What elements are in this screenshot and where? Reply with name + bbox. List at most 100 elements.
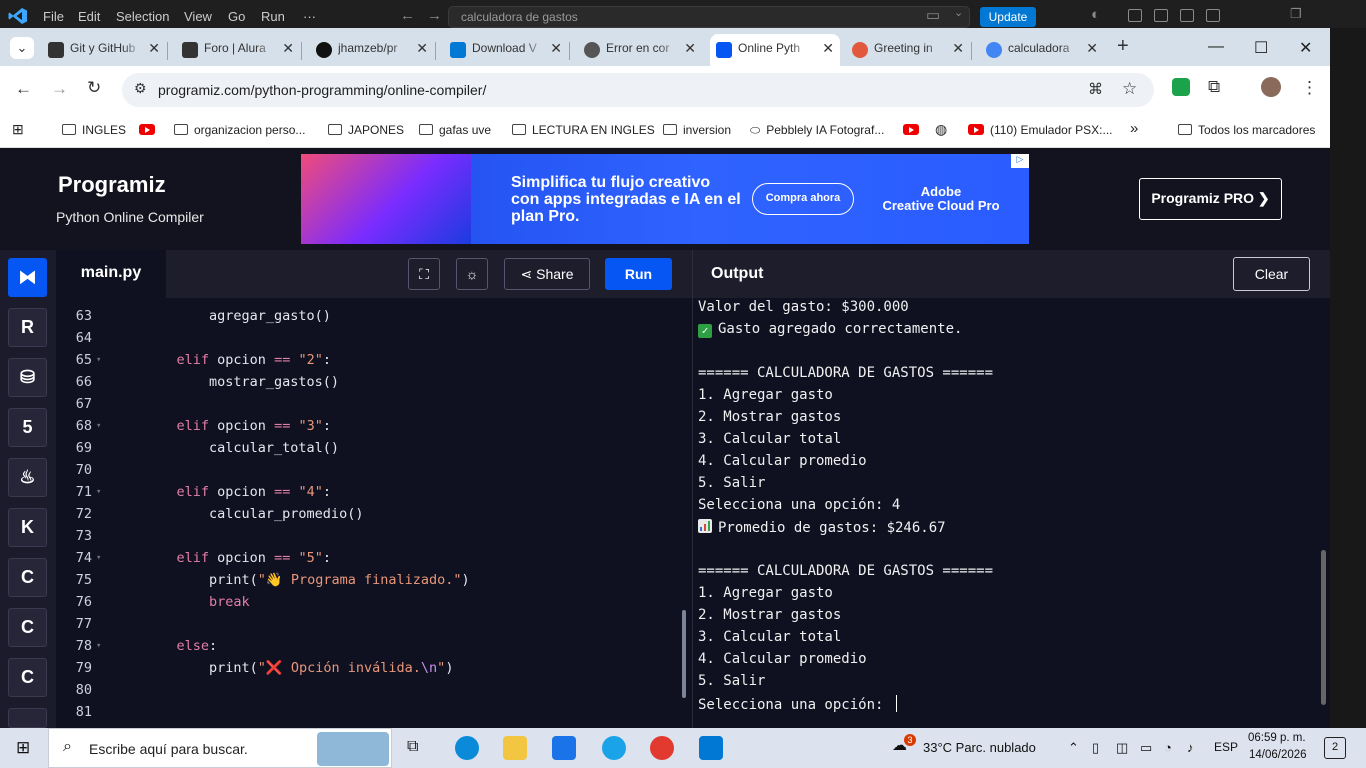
output-scrollbar[interactable]	[1321, 550, 1326, 705]
bookmark-folder-inversion[interactable]: inversion	[663, 123, 731, 137]
file-tab-main-py[interactable]: main.py	[56, 250, 166, 298]
chrome-icon[interactable]	[650, 736, 674, 760]
tray-chevron-icon[interactable]: ⌃	[1068, 740, 1079, 756]
theme-toggle-sun-icon[interactable]: ☼	[456, 258, 488, 290]
bookmark-folder-lectura[interactable]: LECTURA EN INGLES	[512, 123, 655, 137]
language-indicator[interactable]: ESP	[1214, 740, 1238, 754]
chat-icon[interactable]: ▭	[926, 6, 940, 24]
bookmark-folder-organizacion[interactable]: organizacion perso...	[174, 123, 305, 137]
forward-arrow-icon[interactable]: →	[427, 7, 442, 24]
close-window-icon[interactable]: ✕	[1299, 38, 1312, 58]
more-lang-icon[interactable]	[8, 708, 47, 728]
close-icon[interactable]: ✕	[550, 40, 562, 57]
close-icon[interactable]: ✕	[148, 40, 160, 57]
globe-icon[interactable]: ◍	[935, 121, 947, 138]
bookmark-folder-ingles[interactable]: INGLES	[62, 123, 126, 137]
html5-icon[interactable]: 5	[8, 408, 47, 447]
apps-grid-icon[interactable]: ⊞	[12, 121, 24, 138]
bookmark-youtube-2[interactable]	[903, 123, 925, 137]
adobe-ad-banner[interactable]: Simplifica tu flujo creativo con apps in…	[301, 154, 1029, 244]
reload-button[interactable]: ↻	[87, 78, 101, 98]
close-icon[interactable]: ✕	[684, 40, 696, 57]
fold-chevron-icon[interactable]: ▾	[96, 487, 101, 497]
notification-center-icon[interactable]: 2	[1324, 737, 1346, 759]
update-button[interactable]: Update	[980, 7, 1036, 27]
toggle-panel-icon[interactable]	[1180, 9, 1194, 22]
tray-meet-icon[interactable]: ◫	[1116, 740, 1128, 756]
edge-icon[interactable]	[455, 736, 479, 760]
more-bookmarks-button[interactable]: »	[1130, 120, 1138, 137]
menu-file[interactable]: File	[43, 9, 64, 24]
tab-github[interactable]: jhamzeb/pr ✕	[310, 34, 434, 66]
ad-info-icon[interactable]: ▷	[1011, 154, 1029, 168]
all-bookmarks-folder[interactable]: Todos los marcadores	[1178, 123, 1315, 137]
maximize-icon[interactable]: ☐	[1254, 38, 1268, 58]
c-lang-icon[interactable]: C	[8, 558, 47, 597]
menu-selection[interactable]: Selection	[116, 9, 169, 24]
tab-search-icon[interactable]: ⌄	[10, 37, 34, 59]
fold-chevron-icon[interactable]: ▾	[96, 421, 101, 431]
vscode-taskbar-icon[interactable]	[699, 736, 723, 760]
mail-icon[interactable]	[552, 736, 576, 760]
programiz-pro-button[interactable]: Programiz PRO ❯	[1139, 178, 1282, 220]
java-icon[interactable]: ♨	[8, 458, 47, 497]
wifi-icon[interactable]: ◔	[1164, 740, 1172, 755]
close-icon[interactable]: ✕	[416, 40, 428, 57]
menu-go[interactable]: Go	[228, 9, 245, 24]
close-icon[interactable]: ✕	[282, 40, 294, 57]
menu-run[interactable]: Run	[261, 9, 285, 24]
translate-icon[interactable]: ⌘	[1088, 80, 1103, 98]
kotlin-icon[interactable]: K	[8, 508, 47, 547]
bookmark-folder-gafas[interactable]: gafas uve	[419, 123, 491, 137]
close-icon[interactable]: ✕	[822, 40, 834, 57]
address-bar[interactable]: ⚙ programiz.com/python-programming/onlin…	[122, 73, 1154, 107]
run-button[interactable]: Run	[605, 258, 672, 290]
sql-database-icon[interactable]: ⛁	[8, 358, 47, 397]
site-info-icon[interactable]: ⚙	[134, 80, 147, 97]
code-editor[interactable]: 63 agregar_gasto() 64 65 ▾ elif opcion == "…	[56, 298, 692, 728]
r-lang-icon[interactable]: R	[8, 308, 47, 347]
programiz-logo[interactable]: Programiz	[58, 172, 166, 198]
tray-battery-icon[interactable]: ▭	[1140, 740, 1152, 756]
close-icon[interactable]: ✕	[1086, 40, 1098, 57]
restore-window-icon[interactable]: ❐	[1290, 6, 1302, 22]
fullscreen-icon[interactable]: ⛶	[408, 258, 440, 290]
back-button[interactable]: ←	[15, 79, 32, 99]
toggle-secondary-sidebar-icon[interactable]	[1206, 9, 1220, 22]
fold-chevron-icon[interactable]: ▾	[96, 641, 101, 651]
toggle-sidebar-icon[interactable]	[1154, 9, 1168, 22]
layout-icon[interactable]	[1128, 9, 1142, 22]
bookmark-youtube[interactable]	[139, 123, 161, 137]
volume-icon[interactable]: ♪	[1187, 740, 1194, 755]
command-center[interactable]: calculadora de gastos	[448, 6, 970, 28]
tab-online-python[interactable]: Online Pyth ✕	[710, 34, 840, 66]
windows-start-icon[interactable]: ⊞	[16, 738, 30, 758]
new-tab-button[interactable]: +	[1117, 35, 1129, 58]
ad-buy-button[interactable]: Compra ahora	[752, 183, 854, 215]
pro-app-icon[interactable]	[602, 736, 626, 760]
avatar[interactable]	[1261, 77, 1281, 97]
tab-download-vscode[interactable]: Download V ✕	[444, 34, 568, 66]
bookmark-emulador-psx[interactable]: (110) Emulador PSX:...	[968, 123, 1113, 137]
bookmark-folder-japones[interactable]: JAPONES	[328, 123, 404, 137]
file-explorer-icon[interactable]	[503, 736, 527, 760]
tab-git-github[interactable]: Git y GitHub ✕	[42, 34, 166, 66]
menu-edit[interactable]: Edit	[78, 9, 100, 24]
back-arrow-icon[interactable]: ←	[400, 7, 415, 24]
cpp-icon[interactable]: C	[8, 608, 47, 647]
csharp-icon[interactable]: C	[8, 658, 47, 697]
menu-more[interactable]: ···	[303, 9, 316, 24]
extension-green-icon[interactable]	[1172, 78, 1190, 96]
clock-time[interactable]: 06:59 p. m.	[1248, 732, 1306, 744]
python-icon[interactable]: ⧓	[8, 258, 47, 297]
tab-google-calculadora[interactable]: calculadora ✕	[980, 34, 1104, 66]
tab-greeting[interactable]: Greeting in ✕	[846, 34, 970, 66]
clock-date[interactable]: 14/06/2026	[1249, 749, 1307, 761]
menu-view[interactable]: View	[184, 9, 212, 24]
tab-foro-alura[interactable]: Foro | Alura ✕	[176, 34, 300, 66]
bookmark-star-icon[interactable]: ☆	[1122, 79, 1137, 99]
input-caret[interactable]	[895, 695, 897, 712]
weather-text[interactable]: 33°C Parc. nublado	[923, 740, 1036, 755]
extensions-puzzle-icon[interactable]: ⧉	[1208, 77, 1220, 97]
chrome-menu-icon[interactable]: ⋮	[1301, 78, 1318, 98]
